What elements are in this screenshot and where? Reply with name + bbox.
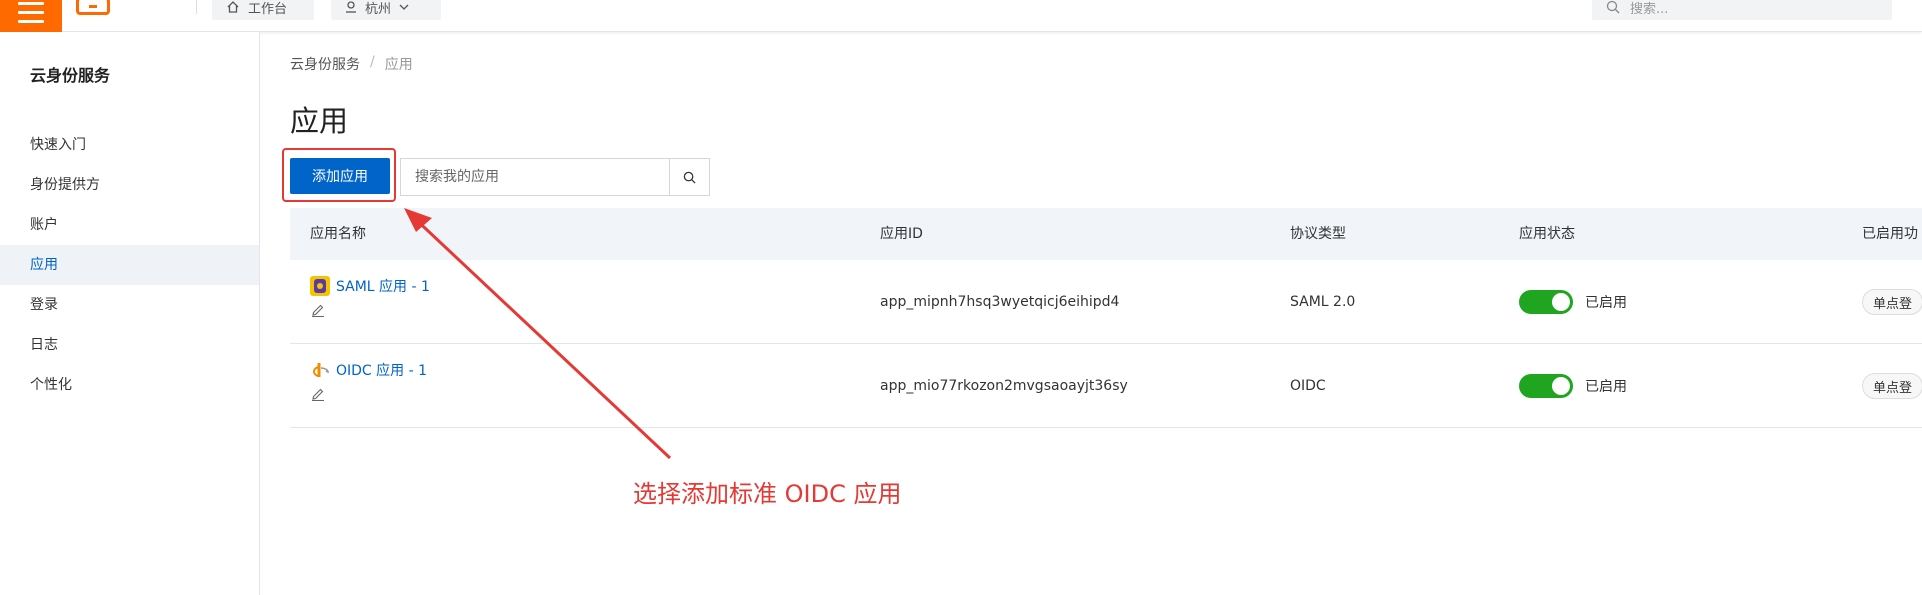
app-search-input[interactable] [401, 159, 669, 195]
app-search-button[interactable] [669, 159, 709, 195]
table-header: 应用名称 应用ID 协议类型 应用状态 已启用功 [290, 208, 1922, 260]
workbench-label: 工作台 [248, 1, 288, 17]
annotation-highlight-box [282, 148, 396, 202]
aliyun-logo[interactable] [76, 0, 110, 18]
app-name-link[interactable]: SAML 应用 - 1 [336, 276, 430, 296]
status-label: 已启用 [1585, 379, 1627, 395]
oidc-app-icon [313, 363, 329, 377]
breadcrumb-item-cloud-identity[interactable]: 云身份服务 [290, 54, 360, 74]
main-content: 云身份服务 / 应用 应用 添加应用 应用名称 应用ID 协议类型 应用状态 已… [260, 32, 1922, 595]
workbench-button[interactable]: 工作台 [212, 0, 314, 20]
aliyun-logo-icon [76, 0, 110, 15]
menu-line-icon [18, 1, 44, 5]
sidebar-item-personalization[interactable]: 个性化 [0, 365, 259, 405]
feature-tag: 单点登 [1862, 373, 1922, 399]
table-row: OIDC 应用 - 1 app_mio77rkozon2mvgsaoayjt36… [290, 344, 1922, 428]
app-id-cell: app_mio77rkozon2mvgsaoayjt36sy [880, 378, 1128, 394]
status-cell: 已启用 [1519, 260, 1627, 344]
location-icon [346, 1, 356, 13]
app-search-box [400, 158, 710, 196]
app-id-cell: app_mipnh7hsq3wyetqicj6eihipd4 [880, 294, 1120, 310]
header-enabled-features: 已启用功 [1862, 226, 1918, 242]
menu-line-icon [18, 10, 44, 14]
page-title: 应用 [290, 104, 349, 138]
header-status: 应用状态 [1519, 226, 1575, 242]
applications-table: 应用名称 应用ID 协议类型 应用状态 已启用功 SAML 应用 - 1 app… [290, 208, 1922, 428]
sidebar-item-login[interactable]: 登录 [0, 285, 259, 325]
features-cell: 单点登 [1862, 260, 1922, 344]
search-icon [1606, 0, 1620, 14]
table-row: SAML 应用 - 1 app_mipnh7hsq3wyetqicj6eihip… [290, 260, 1922, 344]
sidebar-item-logs[interactable]: 日志 [0, 325, 259, 365]
feature-tag: 单点登 [1862, 289, 1922, 315]
features-cell: 单点登 [1862, 344, 1922, 428]
app-name-cell: OIDC 应用 - 1 [310, 360, 427, 402]
header-protocol: 协议类型 [1290, 226, 1346, 242]
sidebar-item-applications[interactable]: 应用 [0, 245, 259, 285]
region-selector[interactable]: 杭州 [331, 0, 441, 20]
global-search-input[interactable]: 搜索... [1592, 0, 1892, 20]
sidebar: 云身份服务 快速入门 身份提供方 账户 应用 登录 日志 个性化 [0, 32, 260, 595]
search-icon [683, 171, 696, 184]
edit-icon[interactable] [310, 302, 326, 318]
hamburger-menu-button[interactable] [0, 0, 62, 32]
header-app-id: 应用ID [880, 226, 923, 242]
edit-icon[interactable] [310, 386, 326, 402]
sidebar-item-identity-providers[interactable]: 身份提供方 [0, 165, 259, 205]
status-label: 已启用 [1585, 295, 1627, 311]
divider [196, 0, 197, 14]
app-status-toggle[interactable] [1519, 290, 1573, 314]
home-icon [227, 1, 239, 13]
sidebar-title: 云身份服务 [30, 66, 111, 85]
breadcrumb-separator: / [370, 54, 375, 70]
menu-line-icon [18, 19, 44, 23]
top-navbar: 工作台 杭州 搜索... [0, 0, 1922, 32]
saml-app-icon [310, 276, 330, 296]
global-search-placeholder: 搜索... [1630, 1, 1669, 17]
region-label: 杭州 [365, 1, 392, 17]
app-name-cell: SAML 应用 - 1 [310, 276, 430, 318]
app-status-toggle[interactable] [1519, 374, 1573, 398]
chevron-down-icon [399, 4, 409, 10]
protocol-cell: OIDC [1290, 378, 1326, 394]
status-cell: 已启用 [1519, 344, 1627, 428]
sidebar-item-accounts[interactable]: 账户 [0, 205, 259, 245]
sidebar-item-quickstart[interactable]: 快速入门 [0, 125, 259, 165]
breadcrumb-item-applications: 应用 [384, 57, 413, 73]
header-app-name: 应用名称 [310, 226, 366, 242]
protocol-cell: SAML 2.0 [1290, 294, 1356, 310]
breadcrumb: 云身份服务 / 应用 [290, 54, 413, 74]
annotation-text: 选择添加标准 OIDC 应用 [633, 480, 902, 508]
app-name-link[interactable]: OIDC 应用 - 1 [336, 360, 427, 380]
